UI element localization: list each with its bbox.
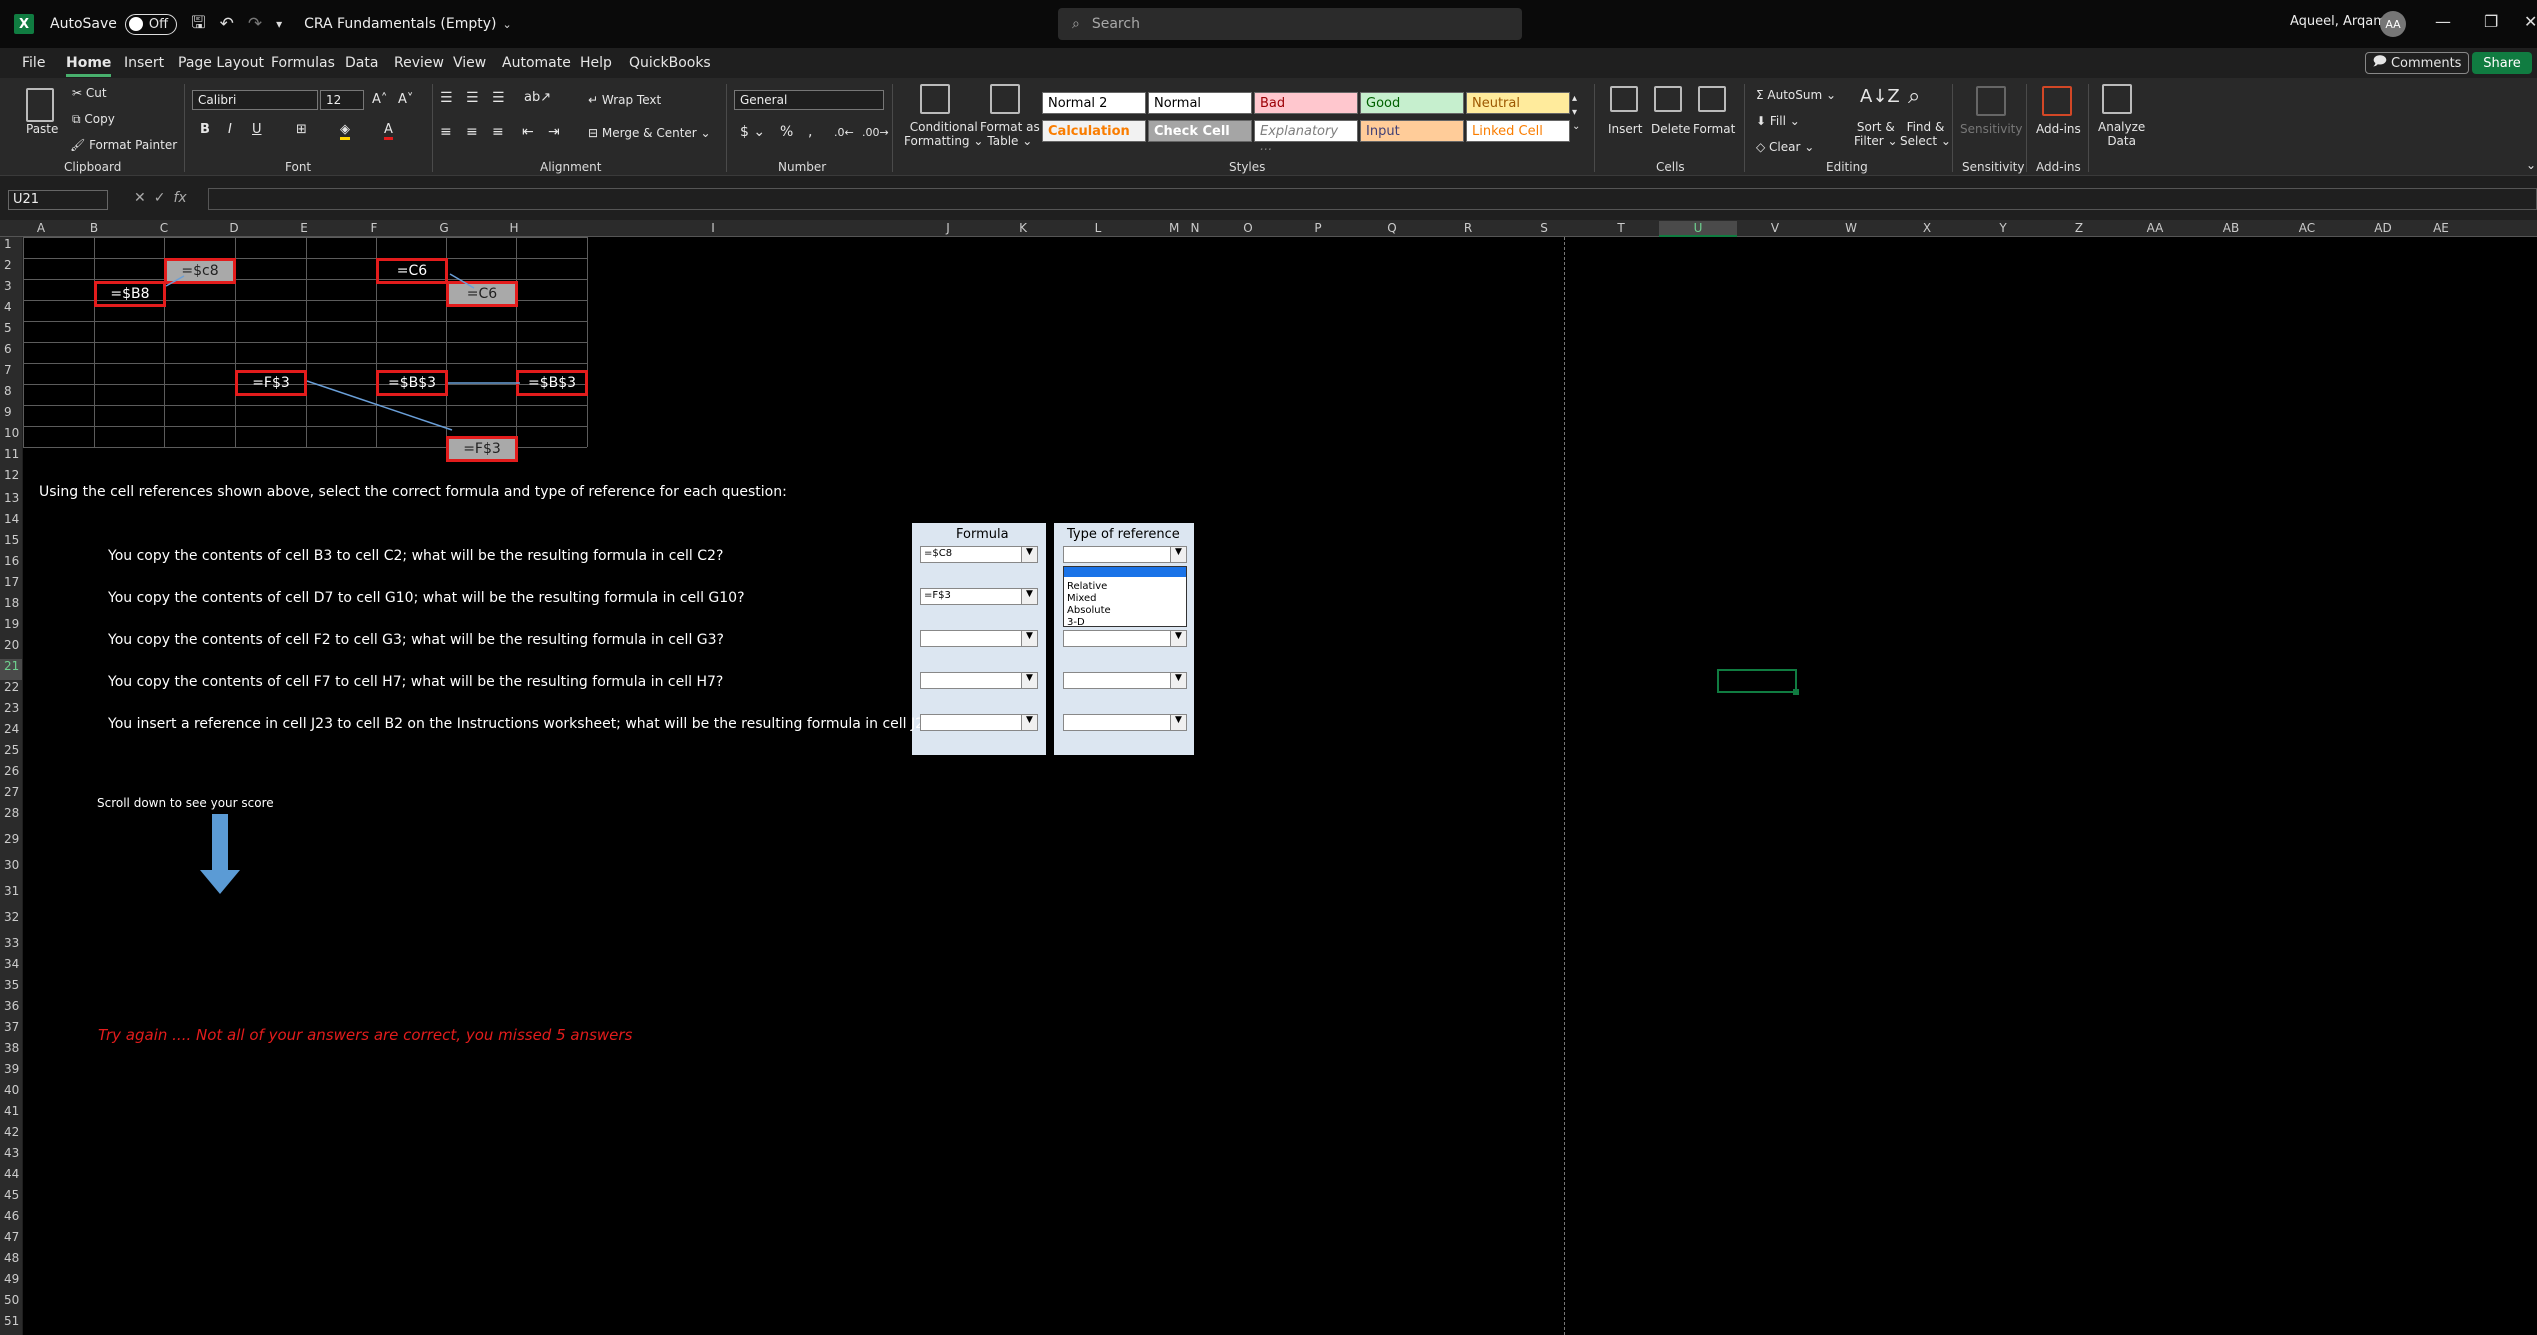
dropdown-arrow-icon: ▼ bbox=[1170, 547, 1186, 562]
question-1: You copy the contents of cell B3 to cell… bbox=[108, 548, 724, 564]
formula-select-4[interactable]: ▼ bbox=[920, 672, 1038, 689]
dropdown-arrow-icon: ▼ bbox=[1021, 673, 1037, 688]
page-break-line bbox=[1564, 237, 1565, 1335]
formula-select-2[interactable]: =F$3 ▼ bbox=[920, 588, 1038, 605]
dropdown-arrow-icon: ▼ bbox=[1170, 673, 1186, 688]
dropdown-arrow-icon: ▼ bbox=[1021, 547, 1037, 562]
dropdown-option-3d[interactable]: 3-D bbox=[1064, 617, 1186, 629]
dropdown-arrow-icon: ▼ bbox=[1170, 715, 1186, 730]
dropdown-option-blank[interactable] bbox=[1064, 567, 1186, 577]
excel-window: X AutoSave Off 🖫 ↶ ↷ ▾ CRA Fundamentals … bbox=[0, 0, 2537, 1335]
formula-value-2: =F$3 bbox=[924, 590, 951, 601]
formula-select-1[interactable]: =$C8 ▼ bbox=[920, 546, 1038, 563]
type-select-3[interactable]: ▼ bbox=[1063, 630, 1187, 647]
scroll-note: Scroll down to see your score bbox=[97, 796, 274, 810]
dropdown-arrow-icon: ▼ bbox=[1021, 589, 1037, 604]
formula-select-5[interactable]: ▼ bbox=[920, 714, 1038, 731]
dropdown-option-relative[interactable]: Relative bbox=[1064, 581, 1186, 593]
active-cell-u21[interactable] bbox=[1717, 669, 1799, 695]
question-4: You copy the contents of cell F7 to cell… bbox=[108, 674, 724, 690]
type-header: Type of reference bbox=[1067, 527, 1180, 542]
type-select-4[interactable]: ▼ bbox=[1063, 672, 1187, 689]
dropdown-arrow-icon: ▼ bbox=[1021, 715, 1037, 730]
trace-arrows bbox=[165, 273, 520, 431]
dropdown-arrow-icon: ▼ bbox=[1170, 631, 1186, 646]
score-result: Try again .... Not all of your answers a… bbox=[98, 1026, 633, 1044]
type-select-1[interactable]: ▼ bbox=[1063, 546, 1187, 563]
dropdown-option-mixed[interactable]: Mixed bbox=[1064, 593, 1186, 605]
dropdown-arrow-icon: ▼ bbox=[1021, 631, 1037, 646]
question-2: You copy the contents of cell D7 to cell… bbox=[108, 590, 745, 606]
instructions-text: Using the cell references shown above, s… bbox=[39, 484, 787, 500]
formula-value-1: =$C8 bbox=[924, 548, 953, 559]
question-5: You insert a reference in cell J23 to ce… bbox=[108, 716, 941, 732]
type-dropdown-list[interactable]: Relative Mixed Absolute 3-D bbox=[1063, 566, 1187, 629]
arrow-down-icon bbox=[200, 814, 240, 894]
formula-select-3[interactable]: ▼ bbox=[920, 630, 1038, 647]
dropdown-option-absolute[interactable]: Absolute bbox=[1064, 605, 1186, 617]
type-select-5[interactable]: ▼ bbox=[1063, 714, 1187, 731]
question-3: You copy the contents of cell F2 to cell… bbox=[108, 632, 724, 648]
formula-header: Formula bbox=[956, 527, 1009, 542]
